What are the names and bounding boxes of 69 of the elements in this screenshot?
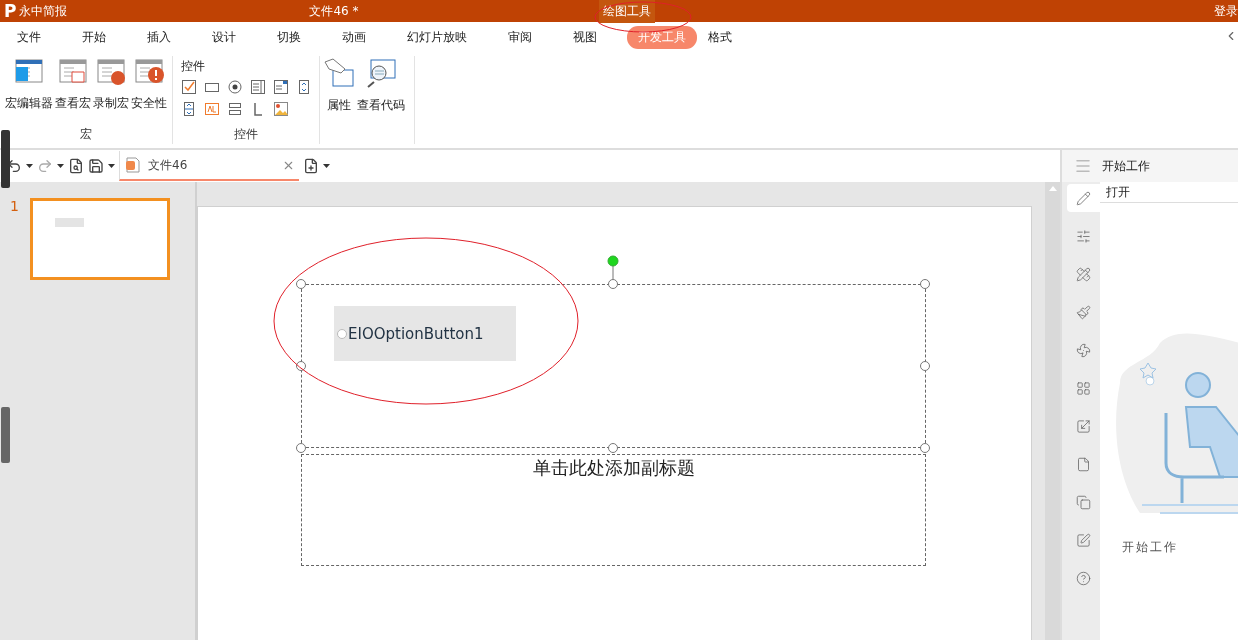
menu-tab[interactable]: 格式 [697,25,743,49]
image-icon[interactable] [273,101,289,117]
document-title: 文件46 * [309,2,360,20]
combo-icon[interactable] [273,79,289,95]
subtitle-placeholder[interactable]: 单击此处添加副标题 [301,454,926,566]
menu-tab[interactable]: 幻灯片放映 [396,25,478,49]
new-document-icon[interactable] [303,158,319,174]
login-link[interactable]: 登录 [1214,2,1238,20]
menu-tab[interactable]: 插入 [136,25,182,49]
option-button-label: EIOOptionButton1 [348,324,484,343]
controls-title: 控件 [181,58,206,75]
resize-handle[interactable] [296,443,306,453]
dropdown-icon[interactable] [26,164,33,168]
ribbon-button[interactable]: 录制宏 [92,56,130,126]
radio-icon[interactable] [227,79,243,95]
caption: 开始工作 [1122,539,1179,556]
side-grip[interactable] [1,130,10,188]
app-name: 永中简报 [19,2,69,20]
resize-handle[interactable] [608,443,618,453]
preview-icon[interactable] [68,158,84,174]
text-field-icon[interactable] [204,101,220,117]
resize-handle[interactable] [920,443,930,453]
ribbon-button[interactable]: 安全性 [130,56,168,126]
menu-tab[interactable]: 开始 [71,25,117,49]
rotation-handle[interactable] [607,255,619,279]
side-grip[interactable] [1,407,10,463]
menu-tab[interactable]: 审阅 [497,25,543,49]
list-icon[interactable] [250,79,266,95]
warning-icon [134,58,164,86]
slide-thumbnail[interactable] [30,198,170,280]
menu-tab[interactable]: 文件 [6,25,52,49]
option-button-control[interactable]: EIOOptionButton1 [334,306,516,361]
app-logo: P [4,0,17,22]
spinner-icon[interactable] [296,79,312,95]
dropdown-icon[interactable] [108,164,115,168]
pane-title: 开始工作 [1102,157,1150,175]
presentation-file-icon [126,157,140,173]
record-icon [96,58,126,86]
macro-editor-icon [14,58,44,86]
slide-number: 1 [9,198,20,214]
context-tab-label: 绘图工具 [599,0,656,23]
group-label: 宏 [79,126,93,143]
menu-tab[interactable]: 动画 [331,25,377,49]
radio-circle[interactable] [337,328,347,339]
pointer-icon [323,58,355,88]
menu-tab[interactable]: 切换 [266,25,312,49]
resize-handle[interactable] [920,279,930,289]
group-label: 控件 [233,126,259,143]
menu-tab[interactable]: 视图 [562,25,608,49]
scroll-icon[interactable] [181,101,197,117]
vertical-scrollbar[interactable] [1045,182,1060,640]
ribbon-button[interactable]: 宏编辑器 [4,56,54,126]
code-search-icon [365,58,397,88]
resize-handle[interactable] [608,279,618,289]
dropdown-icon[interactable] [57,164,64,168]
resize-handle[interactable] [296,361,306,371]
checkbox-icon[interactable] [181,79,197,95]
macro-list-icon [58,58,88,86]
resize-handle[interactable] [296,279,306,289]
ribbon-button[interactable]: 查看代码 [356,56,406,126]
dropdown-icon[interactable] [323,164,330,168]
document-tab-label: 文件46 [148,156,189,174]
resize-handle[interactable] [920,361,930,371]
menu-tab[interactable]: 设计 [201,25,247,49]
ribbon-button[interactable]: 属性 [322,56,356,126]
ribbon-button[interactable]: 查看宏 [54,56,92,126]
open-item[interactable]: 打开 [1100,182,1238,203]
frame-icon[interactable] [227,101,243,117]
save-icon[interactable] [88,158,104,174]
